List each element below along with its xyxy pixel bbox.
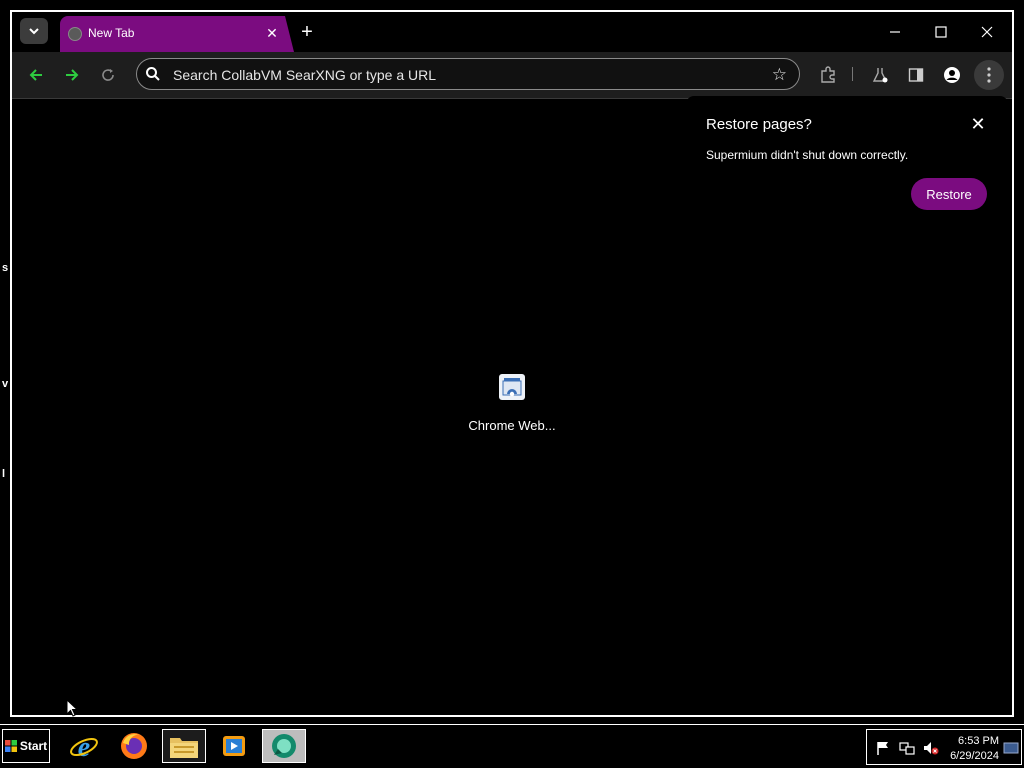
shortcut-tile[interactable]: Chrome Web... <box>457 374 567 433</box>
forward-button[interactable] <box>60 64 84 86</box>
start-label: Start <box>19 739 48 753</box>
close-icon[interactable]: ✕ <box>263 24 281 42</box>
shortcut-label: Chrome Web... <box>468 418 556 433</box>
minimize-button[interactable] <box>880 22 910 42</box>
supermium-icon <box>272 734 296 758</box>
address-bar[interactable]: Search CollabVM SearXNG or type a URL ☆ <box>136 58 800 90</box>
windows-logo-icon <box>4 740 17 752</box>
clock[interactable]: 6:53 PM 6/29/2024 <box>941 734 999 764</box>
internet-explorer-icon: e <box>70 732 98 761</box>
svg-text:e: e <box>78 732 90 761</box>
reload-button[interactable] <box>96 64 120 86</box>
maximize-icon <box>935 26 947 38</box>
start-button[interactable]: Start <box>2 729 50 763</box>
reload-icon <box>102 69 114 81</box>
side-panel-icon <box>908 68 924 82</box>
chevron-down-icon <box>29 28 39 35</box>
network-icon[interactable] <box>899 740 915 756</box>
close-window-button[interactable] <box>972 22 1002 42</box>
folder-icon <box>170 738 198 758</box>
system-tray: 6:53 PM 6/29/2024 <box>866 729 1022 765</box>
tab-search-button[interactable] <box>20 18 48 44</box>
arrow-left-icon <box>29 69 42 81</box>
desktop-fragment: v <box>2 378 9 390</box>
desktop-fragment: l <box>2 468 6 480</box>
clock-time: 6:53 PM <box>958 735 999 747</box>
restore-button[interactable]: Restore <box>911 178 987 210</box>
flask-icon <box>872 68 888 83</box>
back-button[interactable] <box>24 64 48 86</box>
extensions-button[interactable] <box>816 64 840 86</box>
globe-icon <box>68 27 82 41</box>
maximize-button[interactable] <box>926 22 956 42</box>
web-store-icon <box>499 374 525 400</box>
close-icon[interactable]: ✕ <box>968 114 988 134</box>
clock-date: 6/29/2024 <box>950 750 999 762</box>
menu-button[interactable] <box>974 60 1004 90</box>
firefox-icon <box>121 733 147 759</box>
arrow-right-icon <box>66 69 79 81</box>
flag-icon[interactable] <box>875 740 891 756</box>
toolbar: Search CollabVM SearXNG or type a URL ☆ <box>12 52 1012 99</box>
close-icon <box>981 26 993 38</box>
taskbar-internet-explorer[interactable]: e <box>62 729 106 763</box>
taskbar-media-player[interactable] <box>212 729 256 763</box>
toolbar-divider <box>852 67 853 81</box>
show-desktop-icon[interactable] <box>1003 740 1019 756</box>
new-tab-button[interactable]: + <box>296 21 318 43</box>
profile-button[interactable] <box>940 64 964 86</box>
taskbar: Start e 6:53 PM 6/29/2024 <box>0 724 1024 768</box>
labs-button[interactable] <box>868 64 892 86</box>
person-icon <box>944 67 960 83</box>
more-vert-icon <box>987 67 991 83</box>
taskbar-firefox[interactable] <box>112 729 156 763</box>
dialog-message: Supermium didn't shut down correctly. <box>706 148 909 162</box>
restore-pages-dialog: Restore pages? Supermium didn't shut dow… <box>686 96 1008 216</box>
dialog-title: Restore pages? <box>706 116 812 133</box>
tab-new-tab[interactable]: New Tab ✕ <box>60 16 294 52</box>
minimize-icon <box>890 31 900 33</box>
tab-title: New Tab <box>88 26 135 40</box>
tab-strip: New Tab ✕ + <box>12 12 1012 52</box>
media-player-icon <box>223 736 245 756</box>
browser-window: New Tab ✕ + Search CollabVM SearXNG or t… <box>10 10 1014 717</box>
address-bar-placeholder: Search CollabVM SearXNG or type a URL <box>173 67 436 83</box>
taskbar-file-explorer[interactable] <box>162 729 206 763</box>
star-icon[interactable]: ☆ <box>772 65 787 85</box>
side-panel-button[interactable] <box>904 64 928 86</box>
search-icon <box>146 67 160 81</box>
puzzle-icon <box>821 66 835 83</box>
mouse-cursor-icon <box>66 699 78 717</box>
taskbar-supermium[interactable] <box>262 729 306 763</box>
volume-muted-icon[interactable] <box>923 740 939 756</box>
desktop-fragment: s <box>2 262 9 274</box>
